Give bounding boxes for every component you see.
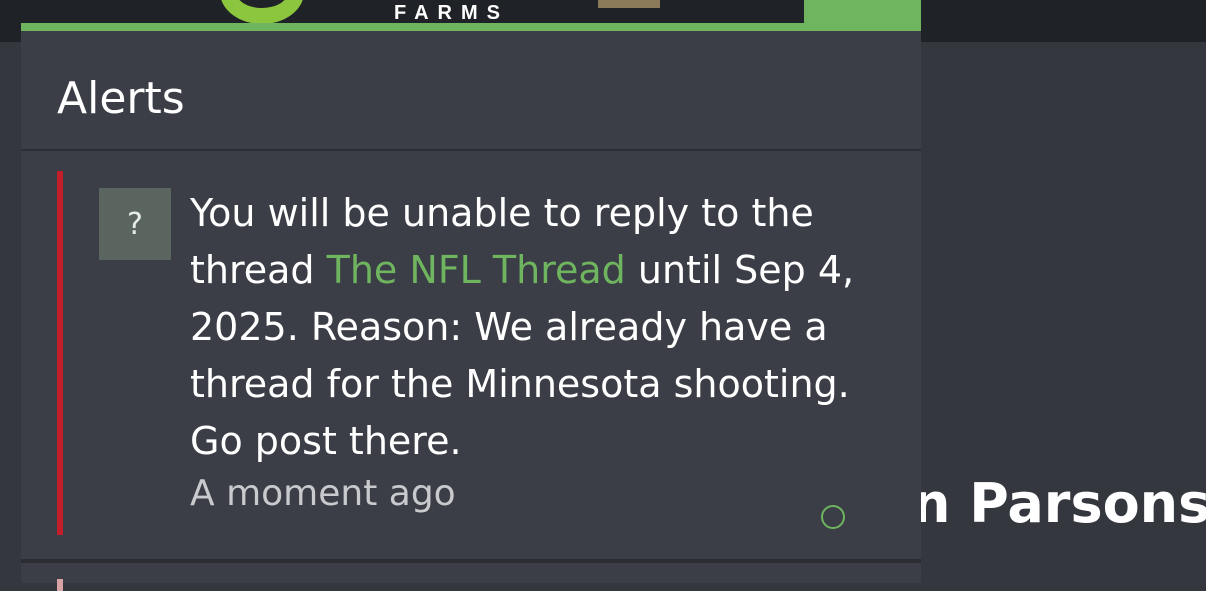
alerts-dropdown: Alerts ? You will be unable to reply to …: [21, 23, 921, 591]
mark-read-circle-icon[interactable]: [821, 505, 845, 529]
alert-divider: [21, 559, 921, 563]
alert-avatar-icon: ?: [99, 188, 171, 260]
next-alert-indicator-bar: [57, 579, 63, 591]
logo-ring-icon[interactable]: [220, 0, 304, 24]
unread-indicator-bar: [57, 171, 63, 535]
user-avatar[interactable]: [598, 0, 660, 8]
thread-link[interactable]: The NFL Thread: [327, 248, 626, 292]
site-logo-text[interactable]: FARMS: [394, 2, 509, 25]
background-page-title: n Parsons: [912, 472, 1206, 535]
alert-message: You will be unable to reply to the threa…: [190, 185, 870, 470]
alert-item[interactable]: ? You will be unable to reply to the thr…: [21, 151, 921, 555]
alerts-header: Alerts: [21, 31, 921, 151]
alert-timestamp: A moment ago: [190, 473, 456, 514]
alerts-title: Alerts: [57, 73, 185, 124]
